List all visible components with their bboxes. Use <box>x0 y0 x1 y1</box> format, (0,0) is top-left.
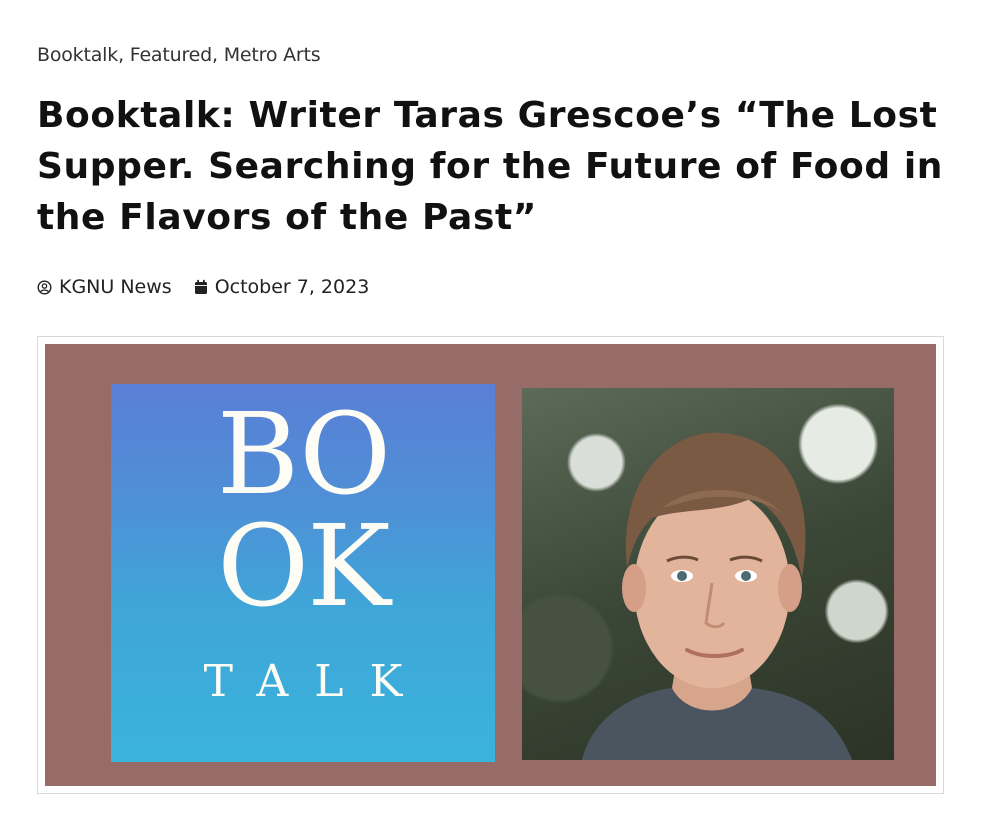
date-link[interactable]: October 7, 2023 <box>215 276 370 298</box>
post-date: October 7, 2023 <box>194 276 370 298</box>
logo-line-3: TALK <box>203 656 429 707</box>
logo-line-2: OK <box>217 502 391 632</box>
user-circle-icon <box>37 280 52 294</box>
category-separator: , <box>118 44 130 66</box>
post-meta: KGNU News October 7, 2023 <box>37 276 369 298</box>
category-link-metro-arts[interactable]: Metro Arts <box>224 44 321 66</box>
post-categories: Booktalk, Featured, Metro Arts <box>37 44 321 66</box>
post-title: Booktalk: Writer Taras Grescoe’s “The Lo… <box>37 95 944 238</box>
author-link[interactable]: KGNU News <box>59 276 172 298</box>
category-separator: , <box>212 44 224 66</box>
category-link-featured[interactable]: Featured <box>130 44 212 66</box>
featured-image: BO OK TALK <box>37 336 944 794</box>
featured-image-frame: BO OK TALK <box>45 344 936 786</box>
category-link-booktalk[interactable]: Booktalk <box>37 44 118 66</box>
booktalk-logo: BO OK TALK <box>111 384 495 762</box>
calendar-icon <box>194 279 207 294</box>
author-portrait <box>582 432 852 760</box>
post-author: KGNU News <box>37 276 172 298</box>
logo-line-1: BO <box>216 390 391 520</box>
author-photo <box>522 388 894 760</box>
